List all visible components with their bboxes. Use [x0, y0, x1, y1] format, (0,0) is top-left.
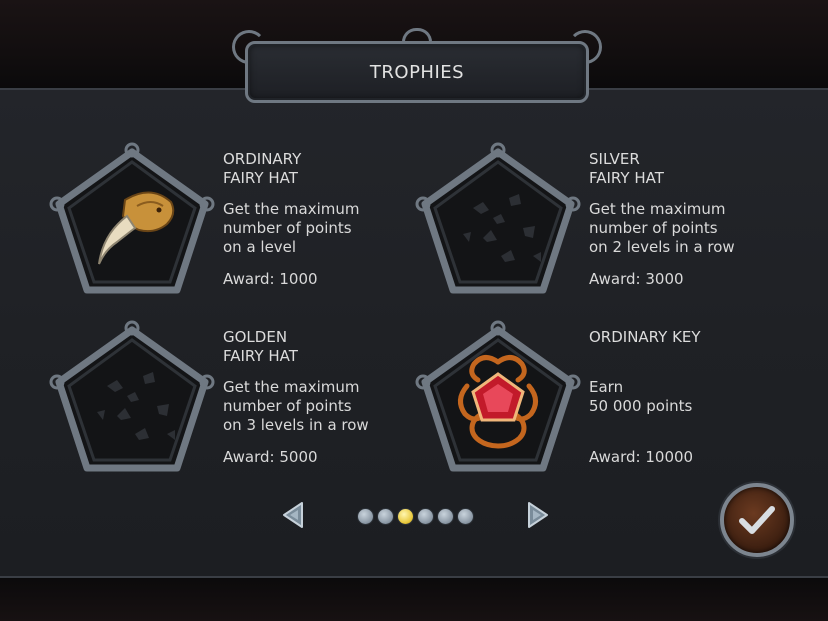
- page-dot[interactable]: [417, 508, 434, 525]
- trophy-description: Earn 50 000 points: [589, 378, 693, 415]
- page-dot[interactable]: [357, 508, 374, 525]
- title-banner: TROPHIES: [245, 41, 589, 103]
- trophy-name: GOLDEN FAIRY HAT: [223, 328, 298, 365]
- trophy-frame-ordinary-fairy-hat[interactable]: [47, 138, 217, 308]
- page-title: TROPHIES: [369, 61, 465, 83]
- page-indicator: [357, 508, 474, 525]
- arrow-left-icon: [283, 502, 303, 528]
- trophy-award: Award: 10000: [589, 448, 694, 466]
- locked-trophy-icon: [49, 320, 215, 472]
- trophy-frame-silver-fairy-hat[interactable]: [413, 138, 583, 308]
- checkmark-icon: [739, 506, 775, 534]
- ruby-key-icon: [415, 320, 581, 472]
- trophy-description: Get the maximum number of points on 2 leve…: [589, 200, 735, 256]
- trophy-name: ORDINARY KEY: [589, 328, 701, 346]
- previous-page-button[interactable]: [280, 500, 306, 530]
- page-dot[interactable]: [437, 508, 454, 525]
- bottom-backdrop: [0, 576, 828, 621]
- arrow-right-icon: [528, 502, 548, 528]
- page-dot[interactable]: [457, 508, 474, 525]
- trophy-frame-ordinary-key[interactable]: [413, 316, 583, 486]
- trophy-frame-golden-fairy-hat[interactable]: [47, 316, 217, 486]
- trophy-award: Award: 1000: [223, 270, 318, 288]
- trophy-description: Get the maximum number of points on 3 leve…: [223, 378, 369, 434]
- page-dot[interactable]: [397, 508, 414, 525]
- confirm-button[interactable]: [720, 483, 794, 557]
- fang-icon: [49, 142, 215, 294]
- trophy-name: SILVER FAIRY HAT: [589, 150, 664, 187]
- next-page-button[interactable]: [525, 500, 551, 530]
- trophy-award: Award: 5000: [223, 448, 318, 466]
- trophy-description: Get the maximum number of points on a leve…: [223, 200, 360, 256]
- trophy-award: Award: 3000: [589, 270, 684, 288]
- locked-trophy-icon: [415, 142, 581, 294]
- trophy-name: ORDINARY FAIRY HAT: [223, 150, 302, 187]
- page-dot[interactable]: [377, 508, 394, 525]
